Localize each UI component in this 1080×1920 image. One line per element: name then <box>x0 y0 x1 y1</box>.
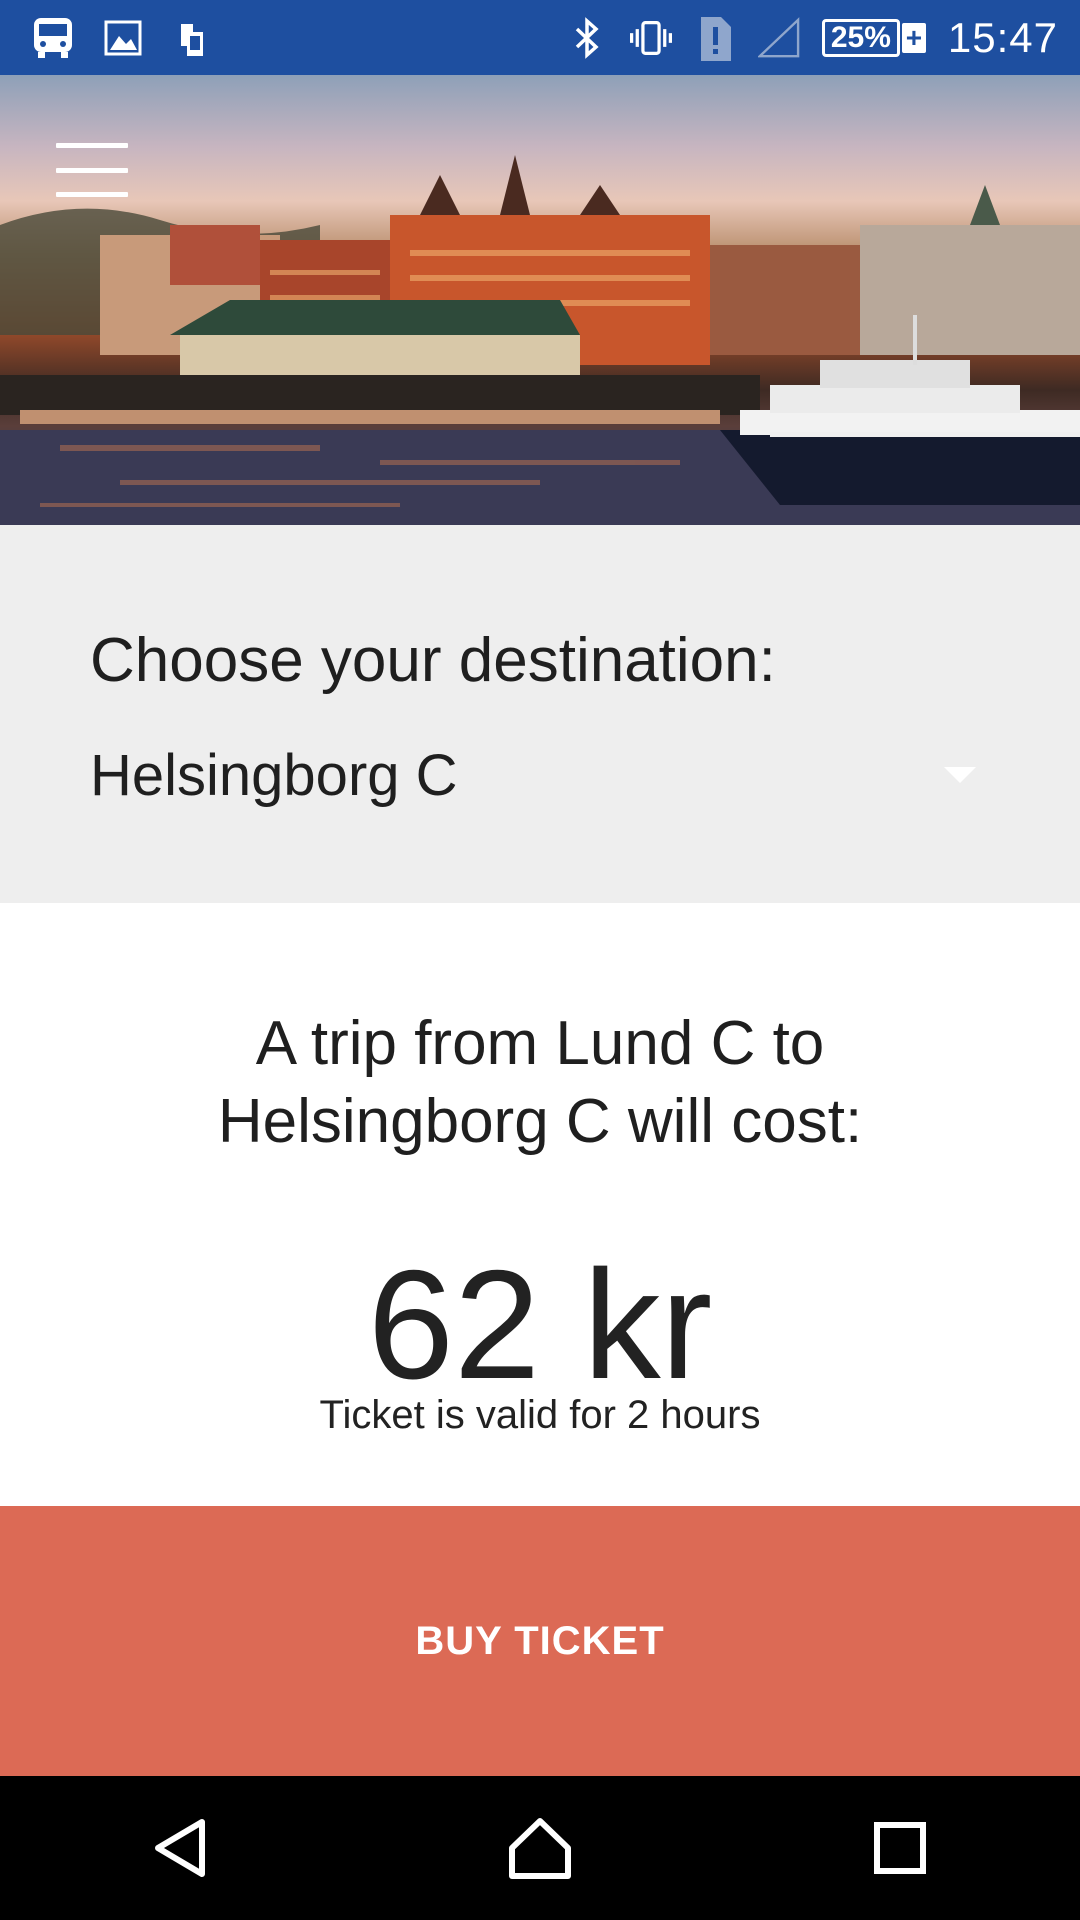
buy-ticket-label: BUY TICKET <box>415 1618 665 1663</box>
destination-selected-value: Helsingborg C <box>90 742 458 808</box>
battery-percent: 25% <box>821 18 900 57</box>
recents-icon[interactable] <box>840 1788 960 1908</box>
buy-ticket-button[interactable]: BUY TICKET <box>0 1506 1080 1776</box>
battery-indicator: 25% + <box>821 18 926 57</box>
harbor-illustration <box>0 155 1080 525</box>
hero-image <box>0 75 1080 525</box>
bluetooth-icon <box>566 16 608 59</box>
navigation-bar <box>0 1776 1080 1920</box>
destination-dropdown[interactable]: Helsingborg C <box>90 725 990 825</box>
phone-icon <box>172 17 214 59</box>
hamburger-menu-icon[interactable] <box>56 143 128 197</box>
destination-label: Choose your destination: <box>90 626 776 695</box>
destination-panel: Choose your destination: Helsingborg C <box>0 525 1080 903</box>
back-icon[interactable] <box>120 1788 240 1908</box>
ticket-validity: Ticket is valid for 2 hours <box>319 1393 761 1437</box>
dropdown-arrow-icon <box>944 767 976 783</box>
ticket-price: 62 kr <box>367 1238 713 1411</box>
home-icon[interactable] <box>480 1788 600 1908</box>
bus-icon <box>32 17 74 59</box>
status-bar: 25% + 15:47 <box>0 0 1080 75</box>
status-clock: 15:47 <box>947 13 1058 61</box>
sim-alert-icon <box>694 16 736 61</box>
trip-description-text: A trip from Lund C to Helsingborg C will… <box>217 1009 863 1156</box>
signal-icon <box>757 16 800 59</box>
charging-icon: + <box>901 22 926 53</box>
image-icon <box>102 17 144 59</box>
trip-description: A trip from Lund C to Helsingborg C will… <box>0 1005 1080 1161</box>
vibrate-icon <box>629 17 672 59</box>
